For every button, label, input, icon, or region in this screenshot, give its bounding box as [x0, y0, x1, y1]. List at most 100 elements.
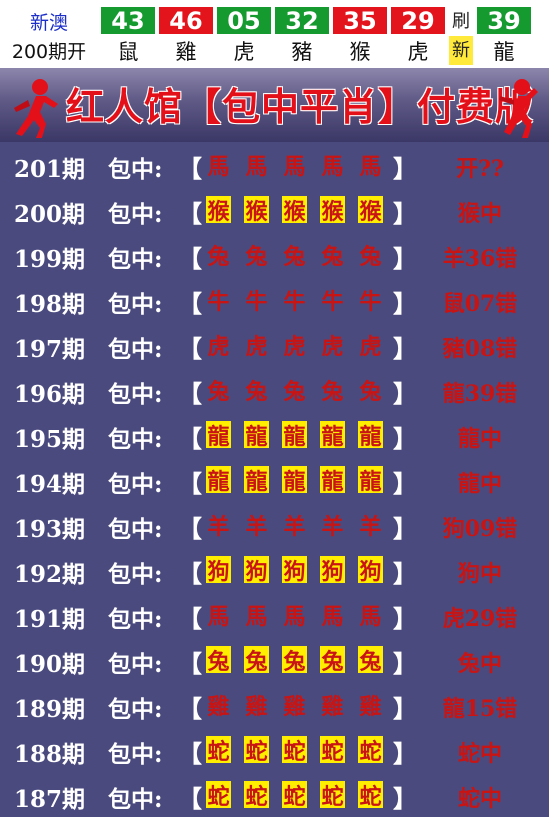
result-balls: 43 鼠 46 雞 05 虎 32 豬 35 猴 29 虎 刷 新 39 龍: [101, 7, 531, 65]
prediction-row: 201期 包中: 【馬馬馬馬馬】开??: [0, 142, 549, 187]
pick-label: 包中:: [108, 246, 163, 273]
pick-label: 包中:: [108, 156, 163, 183]
zodiac-pick: 虎: [245, 333, 268, 360]
zodiac-pick: 馬: [245, 153, 268, 180]
issue-number: 200期: [14, 201, 86, 228]
issue-number: 190期: [14, 651, 86, 678]
pick-label: 包中:: [108, 561, 163, 588]
zodiac-pick: 牛: [359, 288, 382, 315]
zodiac-pick: 牛: [283, 288, 306, 315]
zodiac-pick: 虎: [359, 333, 382, 360]
result-status: 狗中: [457, 561, 502, 587]
result-status: 猴中: [457, 201, 502, 227]
zodiac-pick: 龍: [244, 466, 269, 495]
zodiac-pick: 羊: [245, 513, 268, 540]
prediction-row: 200期 包中: 【猴猴猴猴猴】猴中: [0, 187, 549, 232]
pick-label: 包中:: [108, 606, 163, 633]
zodiac-pick: 龍: [320, 421, 345, 450]
bracket-open: 【: [178, 514, 202, 543]
result-status: 龍中: [457, 471, 502, 497]
refresh-button[interactable]: 刷 新: [449, 7, 473, 65]
zodiac-pick: 猴: [282, 196, 307, 225]
bracket-close: 】: [393, 289, 417, 318]
zodiac-pick: 龍: [320, 466, 345, 495]
bracket-open: 【: [178, 694, 202, 723]
zodiac-pick: 雞: [283, 693, 306, 720]
bracket-close: 】: [393, 694, 417, 723]
bracket-open: 【: [178, 469, 202, 498]
bracket-close: 】: [393, 334, 417, 363]
issue-number: 187期: [14, 786, 86, 813]
zodiac-picks: 虎虎虎虎虎: [206, 331, 383, 360]
result-status: 龍中: [457, 426, 502, 452]
ball-number: 32: [275, 7, 329, 35]
zodiac-pick: 兔: [207, 378, 230, 405]
zodiac-pick: 兔: [245, 378, 268, 405]
bracket-open: 【: [178, 379, 202, 408]
ball-zodiac: 豬: [291, 40, 313, 64]
zodiac-pick: 狗: [244, 556, 269, 585]
result-status: 开??: [456, 156, 504, 182]
pick-label: 包中:: [108, 786, 163, 813]
result-status: 虎29错: [442, 606, 518, 632]
pick-label: 包中:: [108, 426, 163, 453]
zodiac-pick: 蛇: [206, 736, 231, 765]
zodiac-picks: 龍龍龍龍龍: [206, 466, 383, 495]
zodiac-pick: 蛇: [282, 736, 307, 765]
zodiac-pick: 牛: [245, 288, 268, 315]
pick-label: 包中:: [108, 336, 163, 363]
ball-number: 39: [477, 7, 531, 35]
zodiac-pick: 馬: [245, 603, 268, 630]
prediction-row: 187期 包中: 【蛇蛇蛇蛇蛇】蛇中: [0, 772, 549, 817]
zodiac-pick: 馬: [283, 603, 306, 630]
bracket-open: 【: [178, 424, 202, 453]
bracket-close: 】: [393, 604, 417, 633]
special-ball: 39 龍: [477, 7, 531, 65]
ball-zodiac: 鼠: [117, 40, 139, 64]
zodiac-picks: 猴猴猴猴猴: [206, 196, 383, 225]
bracket-close: 】: [393, 424, 417, 453]
zodiac-picks: 兔兔兔兔兔: [206, 376, 383, 405]
pick-label: 包中:: [108, 471, 163, 498]
result-ball: 35 猴: [333, 7, 387, 65]
draw-info: 新澳 200期开: [0, 0, 98, 68]
bracket-open: 【: [178, 559, 202, 588]
result-ball: 05 虎: [217, 7, 271, 65]
banner-title: 红人馆【包中平肖】付费版: [66, 84, 535, 129]
zodiac-pick: 龍: [282, 466, 307, 495]
title-banner: 红人馆【包中平肖】付费版: [0, 68, 549, 142]
result-status: 蛇中: [457, 786, 502, 812]
prediction-row: 194期 包中: 【龍龍龍龍龍】龍中: [0, 457, 549, 502]
zodiac-pick: 蛇: [320, 736, 345, 765]
zodiac-pick: 龍: [206, 421, 231, 450]
prediction-row: 195期 包中: 【龍龍龍龍龍】龍中: [0, 412, 549, 457]
zodiac-picks: 雞雞雞雞雞: [206, 691, 383, 720]
zodiac-pick: 雞: [245, 693, 268, 720]
zodiac-pick: 蛇: [206, 781, 231, 810]
zodiac-pick: 猴: [320, 196, 345, 225]
prediction-row: 197期 包中: 【虎虎虎虎虎】豬08错: [0, 322, 549, 367]
pick-label: 包中:: [108, 741, 163, 768]
refresh-label-top: 刷: [452, 11, 470, 32]
zodiac-pick: 兔: [283, 243, 306, 270]
result-status: 兔中: [457, 651, 502, 677]
bracket-open: 【: [178, 154, 202, 183]
zodiac-pick: 蛇: [282, 781, 307, 810]
bracket-close: 】: [393, 739, 417, 768]
bracket-close: 】: [393, 559, 417, 588]
bracket-open: 【: [178, 784, 202, 813]
zodiac-pick: 龍: [206, 466, 231, 495]
refresh-label-bottom: 新: [449, 36, 473, 65]
issue-number: 194期: [14, 471, 86, 498]
zodiac-pick: 兔: [359, 243, 382, 270]
issue-number: 197期: [14, 336, 86, 363]
zodiac-pick: 蛇: [244, 736, 269, 765]
prediction-row: 193期 包中: 【羊羊羊羊羊】狗09错: [0, 502, 549, 547]
zodiac-pick: 牛: [207, 288, 230, 315]
result-ball: 32 豬: [275, 7, 329, 65]
bracket-open: 【: [178, 649, 202, 678]
running-figure-icon: [14, 79, 58, 138]
lottery-name: 新澳: [29, 12, 68, 34]
zodiac-picks: 馬馬馬馬馬: [206, 151, 383, 180]
bracket-open: 【: [178, 244, 202, 273]
